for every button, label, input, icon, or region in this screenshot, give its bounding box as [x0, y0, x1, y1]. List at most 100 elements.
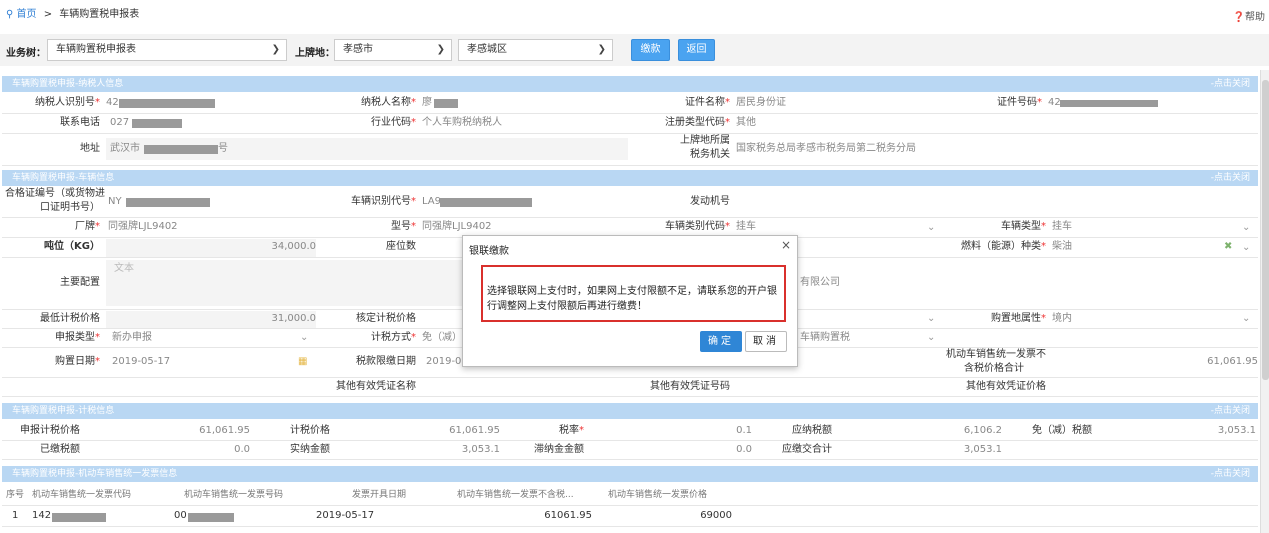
- plate-label: 上牌地：: [295, 48, 335, 59]
- masked-value: [188, 513, 234, 522]
- section-title: 车辆购置税申报-纳税人信息: [12, 79, 124, 89]
- chevron-down-icon: ⌄: [300, 332, 309, 343]
- rate-label: 税率*: [559, 425, 584, 436]
- tax-price-value: 61,061.95: [449, 425, 500, 436]
- model-label: 型号*: [391, 221, 416, 232]
- section-close-link[interactable]: -点击关闭: [1211, 403, 1250, 419]
- close-icon[interactable]: ×: [781, 238, 791, 252]
- section-header-vehicle[interactable]: 车辆购置税申报-车辆信息 -点击关闭: [2, 170, 1258, 186]
- masked-value: [126, 198, 210, 207]
- min-price-label: 最低计税价格: [40, 313, 100, 324]
- deadline-label: 税款限缴日期: [356, 356, 416, 367]
- total-due-value: 3,053.1: [963, 444, 1002, 455]
- section-close-link[interactable]: -点击关闭: [1211, 466, 1250, 482]
- cert-name-value[interactable]: 居民身份证: [736, 94, 786, 112]
- exempt-value: 3,053.1: [1217, 425, 1256, 436]
- reg-type-label: 注册类型代码*: [665, 117, 730, 128]
- address-value-b: 号: [218, 143, 228, 154]
- section-header-invoice[interactable]: 车辆购置税申报-机动车销售统一发票信息 -点击关闭: [2, 466, 1258, 482]
- section-header-taxpayer[interactable]: 车辆购置税申报-纳税人信息 -点击关闭: [2, 76, 1258, 92]
- vehicle-type-value[interactable]: 挂车: [1052, 218, 1072, 236]
- purchase-date-value[interactable]: 2019-05-17: [112, 353, 170, 371]
- tax-method-value[interactable]: 免（减）: [422, 329, 462, 347]
- city-select[interactable]: 孝感市 ❯: [334, 39, 452, 61]
- taxpayer-row-1: 纳税人识别号* 42 纳税人名称* 廖 证件名称* 居民身份证 证件号码* 42: [2, 94, 1258, 114]
- cert-name-label: 证件名称*: [685, 97, 730, 108]
- chevron-down-icon: ❯: [436, 44, 445, 55]
- taxpayer-name-value[interactable]: 廖: [422, 94, 432, 112]
- purchase-attr-label: 购置地属性*: [991, 313, 1046, 324]
- confirm-button[interactable]: 确定: [700, 331, 742, 352]
- vertical-scrollbar[interactable]: [1260, 70, 1269, 533]
- category-value[interactable]: 挂车: [736, 218, 756, 236]
- chevron-down-icon: ❯: [271, 44, 280, 55]
- maker-label: 厂牌*: [75, 221, 100, 232]
- masked-value: [52, 513, 106, 522]
- masked-value: [144, 145, 218, 154]
- payable-label: 应纳税额: [792, 425, 832, 436]
- purchase-date-label: 购置日期*: [55, 356, 100, 367]
- paid-label: 已缴税额: [40, 444, 80, 455]
- model-value[interactable]: 同强牌LJL9402: [422, 218, 492, 236]
- pay-button[interactable]: 缴款: [631, 39, 670, 61]
- min-price-value: 31,000.0: [271, 313, 316, 324]
- business-tree-select[interactable]: 车辆购置税申报表 ❯: [47, 39, 287, 61]
- tax-office-label-1: 上牌地所属: [680, 135, 730, 146]
- masked-value: [1060, 100, 1158, 107]
- tax-id-value[interactable]: 42: [106, 94, 119, 112]
- address-value-a: 武汉市: [110, 143, 140, 154]
- vin-value[interactable]: LA9: [422, 193, 441, 211]
- vehicle-row-8: 其他有效凭证名称 其他有效凭证号码 其他有效凭证价格: [2, 378, 1258, 397]
- tax-office-value[interactable]: 国家税务总局孝感市税务局第二税务分局: [736, 140, 916, 158]
- total-due-label: 应缴交合计: [782, 444, 832, 455]
- config-textarea[interactable]: [106, 260, 462, 306]
- purchase-attr-value[interactable]: 境内: [1052, 310, 1072, 328]
- taxpayer-name-label: 纳税人名称*: [361, 97, 416, 108]
- section-title: 车辆购置税申报-车辆信息: [12, 173, 115, 183]
- invoice-code: 142: [32, 510, 52, 521]
- fuel-value[interactable]: 柴油: [1052, 238, 1072, 256]
- cancel-button[interactable]: 取消: [745, 331, 787, 352]
- breadcrumb-home[interactable]: 首页: [17, 9, 37, 20]
- phone-value[interactable]: 027: [110, 114, 129, 132]
- config-placeholder: 文本: [114, 263, 134, 274]
- masked-value: [132, 119, 182, 128]
- other-cert-price-label: 其他有效凭证价格: [966, 381, 1046, 392]
- column-header: 机动车销售统一发票价格: [608, 490, 708, 500]
- maker-value[interactable]: 同强牌LJL9402: [108, 218, 178, 236]
- invoice-price-ex-tax: 61061.95: [544, 510, 592, 521]
- cert-no-value[interactable]: 42: [1048, 94, 1061, 112]
- back-button[interactable]: 返回: [678, 39, 715, 61]
- reg-type-value[interactable]: 其他: [736, 114, 756, 132]
- industry-label: 行业代码*: [371, 117, 416, 128]
- paid-value: 0.0: [234, 444, 250, 455]
- company-suffix: 有限公司: [800, 277, 840, 288]
- decl-type-value[interactable]: 新办申报: [112, 329, 152, 347]
- invoice-total-label-2: 含税价格合计: [964, 363, 1024, 374]
- breadcrumb-separator: >: [43, 9, 53, 20]
- section-close-link[interactable]: -点击关闭: [1211, 76, 1250, 92]
- calc-row-1: 申报计税价格 61,061.95 计税价格 61,061.95 税率* 0.1 …: [2, 422, 1258, 441]
- approved-price-label: 核定计税价格: [356, 313, 416, 324]
- chevron-down-icon: ⌄: [1242, 313, 1251, 324]
- tax-id-label: 纳税人识别号*: [35, 97, 100, 108]
- invoice-price: 69000: [700, 510, 732, 521]
- industry-value[interactable]: 个人车购税纳税人: [422, 114, 502, 132]
- masked-value: [119, 99, 215, 108]
- calendar-icon[interactable]: ▦: [298, 353, 307, 371]
- late-fee-label: 滞纳金金额: [534, 444, 584, 455]
- section-close-link[interactable]: -点击关闭: [1211, 170, 1250, 186]
- masked-value: [440, 198, 532, 207]
- help-link[interactable]: ❓帮助: [1233, 8, 1265, 23]
- clear-icon[interactable]: ✖: [1224, 241, 1232, 252]
- scrollbar-thumb[interactable]: [1262, 80, 1269, 380]
- section-header-calc[interactable]: 车辆购置税申报-计税信息 -点击关闭: [2, 403, 1258, 419]
- section-title: 车辆购置税申报-机动车销售统一发票信息: [12, 469, 178, 479]
- district-select[interactable]: 孝感城区 ❯: [458, 39, 613, 61]
- rate-value: 0.1: [736, 425, 752, 436]
- table-row[interactable]: 1 142 00 2019-05-17 61061.95 69000: [2, 507, 1258, 527]
- config-label: 主要配置: [60, 277, 100, 288]
- decl-type-label: 申报类型*: [55, 332, 100, 343]
- vehicle-cert-value[interactable]: NY: [108, 193, 122, 211]
- vehicle-type-label: 车辆类型*: [1001, 221, 1046, 232]
